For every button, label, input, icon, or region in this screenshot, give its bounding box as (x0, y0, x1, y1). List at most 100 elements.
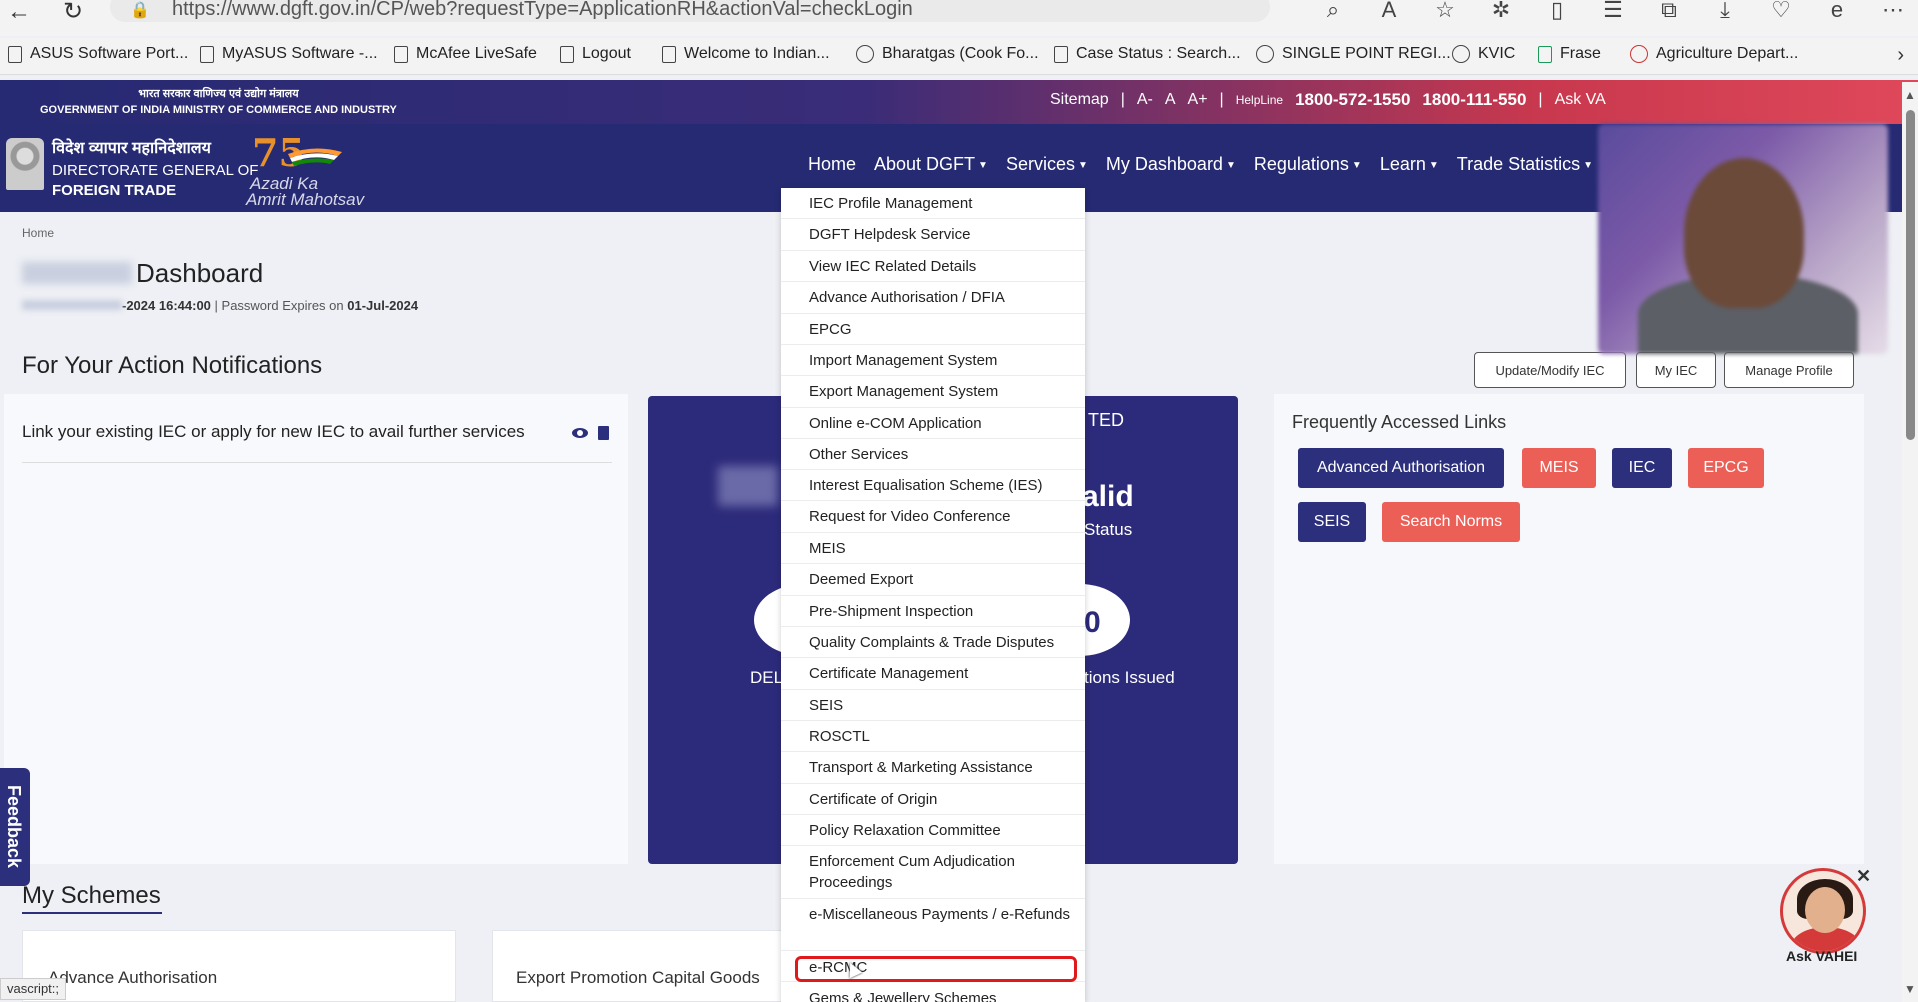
nav-trade-statistics[interactable]: Trade Statistics ▼ (1457, 154, 1593, 175)
address-bar[interactable]: 🔒 https://www.dgft.gov.in/CP/web?request… (110, 0, 1270, 22)
download-icon[interactable]: ⤓ (1712, 0, 1738, 24)
zoom-icon[interactable]: ⌕ (1320, 0, 1346, 24)
feedback-tab[interactable]: Feedback (0, 768, 30, 886)
gov-ministry: भारत सरकार वाणिज्य एवं उद्योग मंत्रालय G… (40, 88, 397, 116)
scheme-title: Advance Authorisation (48, 968, 218, 987)
menu-item-certificate-origin[interactable]: Certificate of Origin (781, 784, 1085, 815)
logout-icon (560, 45, 574, 63)
read-aloud-icon[interactable]: A (1376, 0, 1402, 24)
menu-item-enforcement[interactable]: Enforcement Cum Adjudication Proceedings (781, 846, 1085, 899)
font-increase[interactable]: A+ (1188, 91, 1208, 109)
update-modify-iec-button[interactable]: Update/Modify IEC (1474, 352, 1626, 388)
menu-item-ies[interactable]: Interest Equalisation Scheme (IES) (781, 470, 1085, 501)
bookmark-bharatgas[interactable]: Bharatgas (Cook Fo... (856, 45, 1039, 63)
chevron-right-icon[interactable]: › (1897, 44, 1904, 67)
scroll-down-icon[interactable]: ▼ (1904, 982, 1916, 996)
nav-services[interactable]: Services ▼ (1006, 154, 1088, 175)
scheme-card[interactable] (22, 930, 456, 1002)
search-norms-button[interactable]: Search Norms (1382, 502, 1520, 542)
bookmark-logout[interactable]: Logout (560, 45, 631, 63)
scheme-card[interactable] (492, 930, 782, 1002)
font-decrease[interactable]: A- (1137, 91, 1153, 109)
bookmark-myasus[interactable]: MyASUS Software -... (200, 45, 378, 63)
menu-item-certificate-management[interactable]: Certificate Management (781, 658, 1085, 690)
sitemap-link[interactable]: Sitemap (1050, 91, 1109, 109)
menu-item-import-management[interactable]: Import Management System (781, 345, 1085, 376)
more-icon[interactable]: ⋯ (1880, 0, 1906, 24)
nav-regulations[interactable]: Regulations ▼ (1254, 154, 1362, 175)
last-login-info: -2024 16:44:00 | Password Expires on 01-… (22, 298, 418, 313)
my-iec-button[interactable]: My IEC (1636, 352, 1716, 388)
helpline-phone-2: 1800-111-550 (1422, 90, 1527, 109)
split-screen-icon[interactable]: ▯ (1544, 0, 1570, 24)
back-arrow-icon[interactable]: ← (4, 0, 34, 26)
menu-item-other-services[interactable]: Other Services (781, 439, 1085, 470)
menu-item-deemed-export[interactable]: Deemed Export (781, 564, 1085, 596)
reload-icon[interactable]: ↻ (58, 0, 88, 26)
menu-item-transport-marketing[interactable]: Transport & Marketing Assistance (781, 752, 1085, 784)
bookmark-single-point[interactable]: SINGLE POINT REGI... (1256, 45, 1451, 63)
notifications-card (4, 394, 628, 864)
seis-button[interactable]: SEIS (1298, 502, 1366, 542)
bookmark-welcome[interactable]: Welcome to Indian... (662, 45, 830, 63)
dgft-logo[interactable]: विदेश व्यापार महानिदेशालय DIRECTORATE GE… (52, 136, 258, 199)
nav-home[interactable]: Home (808, 154, 856, 175)
trash-icon[interactable] (598, 426, 609, 440)
menu-item-video-conference[interactable]: Request for Video Conference (781, 501, 1085, 533)
bookmark-mcafee[interactable]: McAfee LiveSafe (394, 45, 537, 63)
favorites-icon[interactable]: ☰ (1600, 0, 1626, 24)
scrollbar-thumb[interactable] (1906, 110, 1915, 440)
notification-text: Link your existing IEC or apply for new … (22, 422, 525, 441)
menu-item-advance-authorisation[interactable]: Advance Authorisation / DFIA (781, 282, 1085, 314)
menu-item-export-management[interactable]: Export Management System (781, 376, 1085, 408)
font-normal[interactable]: A (1165, 91, 1176, 109)
bookmark-kvic[interactable]: KVIC (1452, 45, 1515, 63)
bookmark-case-status[interactable]: Case Status : Search... (1054, 45, 1241, 63)
bookmark-agriculture[interactable]: Agriculture Depart... (1630, 45, 1798, 63)
extensions-icon[interactable]: ✲ (1488, 0, 1514, 24)
close-icon[interactable]: ✕ (1856, 866, 1871, 887)
bookmark-asus[interactable]: ASUS Software Port... (8, 45, 188, 63)
page-icon (662, 45, 676, 63)
lock-icon: 🔒 (130, 2, 150, 19)
menu-item-epcg[interactable]: EPCG (781, 314, 1085, 345)
azadi-ka-amrit-mahotsav-logo: 75 Azadi Ka Amrit Mahotsav (246, 130, 365, 209)
edge-icon[interactable]: e (1824, 0, 1850, 24)
breadcrumb[interactable]: Home (22, 226, 54, 240)
menu-item-helpdesk[interactable]: DGFT Helpdesk Service (781, 219, 1085, 251)
collections-icon[interactable]: ⧉ (1656, 0, 1682, 24)
menu-item-policy-relaxation[interactable]: Policy Relaxation Committee (781, 815, 1085, 846)
browser-toolbar: ← ↻ 🔒 https://www.dgft.gov.in/CP/web?req… (0, 0, 1918, 36)
menu-item-pre-shipment[interactable]: Pre-Shipment Inspection (781, 596, 1085, 627)
ask-vahei-avatar[interactable] (1780, 868, 1866, 954)
helpline-phone-1: 1800-572-1550 (1295, 90, 1411, 109)
nav-learn[interactable]: Learn ▼ (1380, 154, 1439, 175)
star-icon[interactable]: ☆ (1432, 0, 1458, 24)
menu-item-view-iec[interactable]: View IEC Related Details (781, 251, 1085, 282)
bharatgas-icon (856, 45, 874, 63)
menu-item-quality-complaints[interactable]: Quality Complaints & Trade Disputes (781, 627, 1085, 658)
meis-button[interactable]: MEIS (1522, 448, 1596, 488)
page-icon (200, 45, 214, 63)
menu-item-seis[interactable]: SEIS (781, 690, 1085, 721)
iec-button[interactable]: IEC (1612, 448, 1672, 488)
nav-about-dgft[interactable]: About DGFT ▼ (874, 154, 988, 175)
menu-item-e-misc-payments[interactable]: e-Miscellaneous Payments / e-Refunds (781, 899, 1085, 951)
bookmark-frase[interactable]: Frase (1538, 45, 1601, 63)
ask-vahei-link[interactable]: Ask VA (1555, 91, 1606, 109)
menu-item-iec-profile[interactable]: IEC Profile Management (781, 188, 1085, 219)
menu-item-rosctl[interactable]: ROSCTL (781, 721, 1085, 752)
advanced-authorisation-button[interactable]: Advanced Authorisation (1298, 448, 1504, 488)
menu-item-meis[interactable]: MEIS (781, 533, 1085, 564)
scroll-up-icon[interactable]: ▲ (1904, 88, 1916, 102)
highlight-annotation (795, 956, 1077, 982)
divider (22, 462, 612, 463)
menu-item-online-ecom[interactable]: Online e-COM Application (781, 408, 1085, 439)
heart-icon[interactable]: ♡ (1768, 0, 1794, 24)
manage-profile-button[interactable]: Manage Profile (1724, 352, 1854, 388)
menu-item-gems-jewellery[interactable]: Gems & Jewellery Schemes (781, 982, 1085, 1002)
epcg-button[interactable]: EPCG (1688, 448, 1764, 488)
issued-count: 0 (1084, 606, 1101, 639)
nav-my-dashboard[interactable]: My Dashboard ▼ (1106, 154, 1236, 175)
eye-icon[interactable] (572, 428, 588, 438)
